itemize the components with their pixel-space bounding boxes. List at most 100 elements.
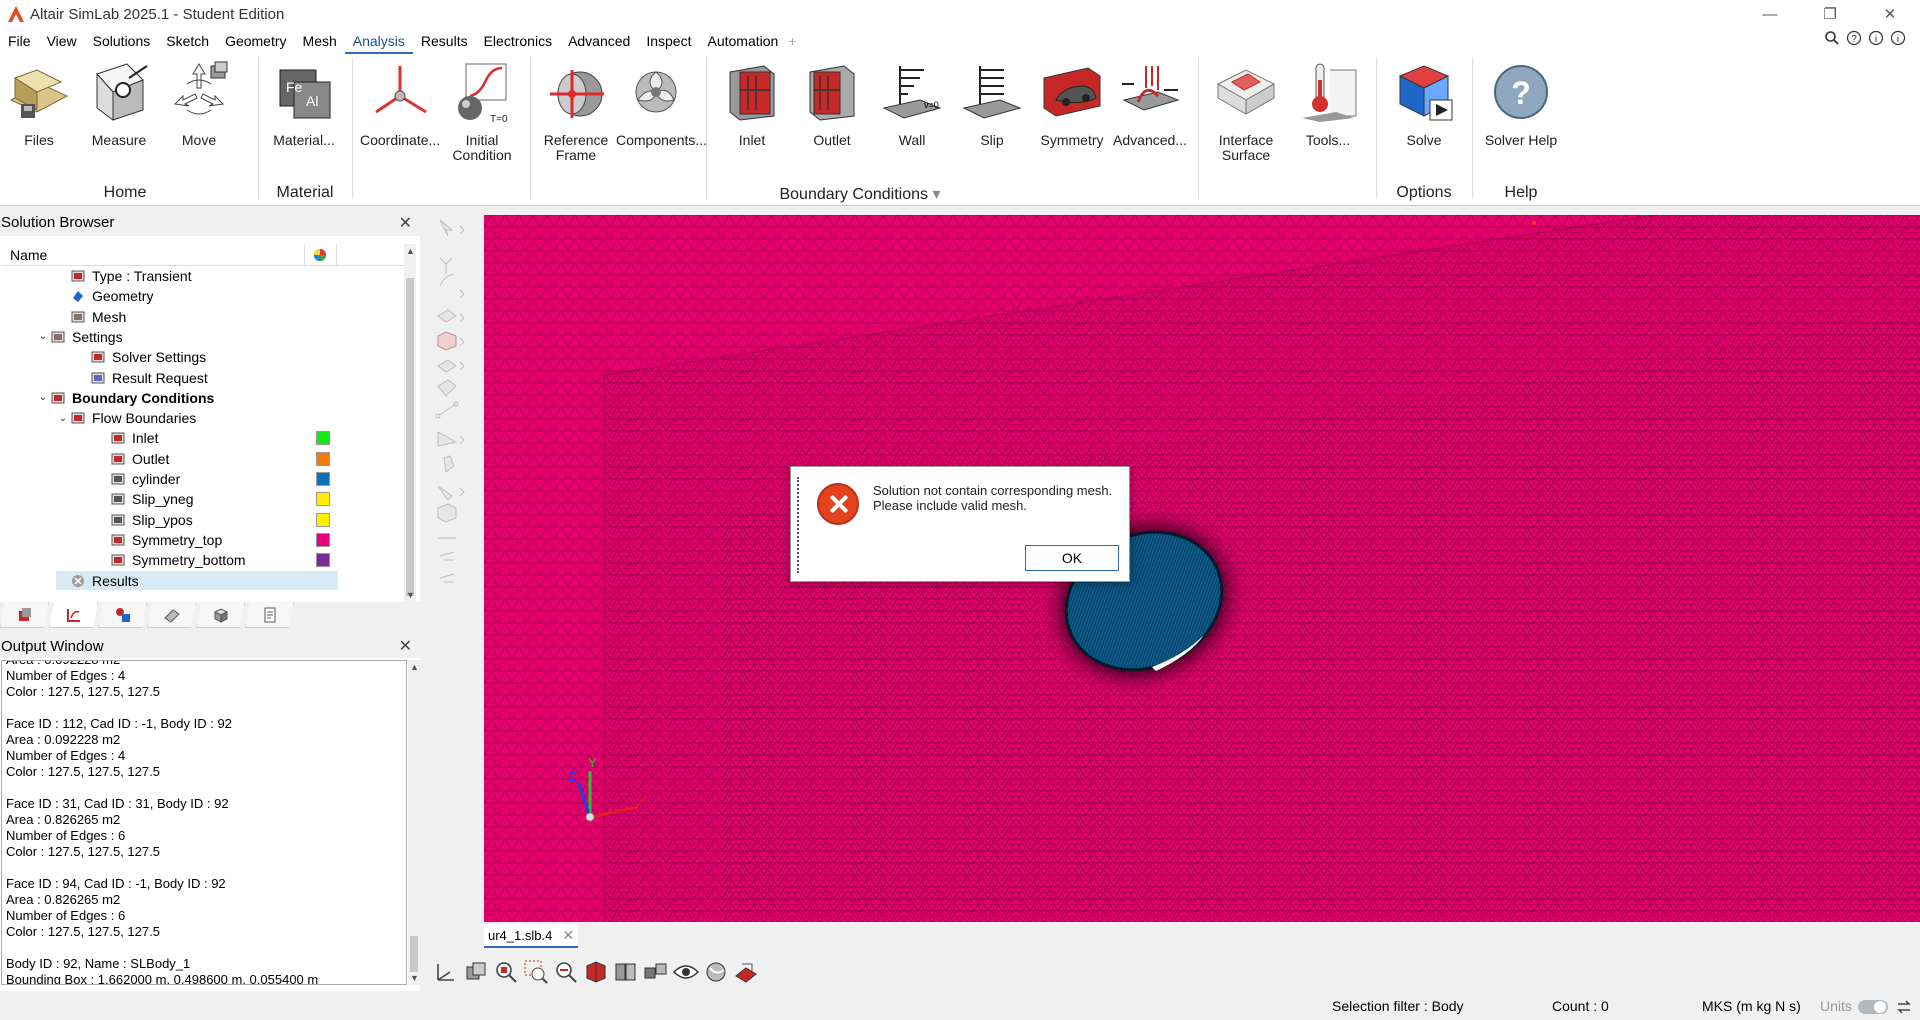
eye-icon[interactable]	[672, 958, 700, 986]
color-swatch[interactable]	[316, 532, 330, 547]
components-button[interactable]: Components...	[616, 60, 707, 148]
tree-item-mesh[interactable]: Mesh	[56, 307, 126, 327]
help-icon[interactable]: ?	[1846, 30, 1862, 46]
tree-scrollbar[interactable]: ▲ ▼	[404, 244, 416, 602]
close-window-button[interactable]: ✕	[1860, 0, 1920, 28]
tab-report[interactable]	[245, 602, 294, 628]
measure-button[interactable]: Measure	[84, 60, 154, 148]
tree-item-inlet[interactable]: Inlet	[96, 428, 158, 448]
visibility-toggle-icon[interactable]	[642, 958, 670, 986]
menu-view[interactable]: View	[39, 28, 85, 54]
menu-geometry[interactable]: Geometry	[217, 28, 294, 54]
graphics-viewport[interactable]: X Y Z	[484, 215, 1920, 922]
symmetry-button[interactable]: Symmetry	[1034, 60, 1110, 148]
menu-automation[interactable]: Automation	[699, 28, 786, 54]
solution-browser-close-button[interactable]: ✕	[399, 213, 412, 233]
axis-view-icon[interactable]	[432, 958, 460, 986]
tree-item-flow-boundaries[interactable]: ⌄ Flow Boundaries	[56, 408, 196, 428]
tree-item-cylinder[interactable]: cylinder	[96, 469, 180, 489]
zoom-fit-icon[interactable]	[492, 958, 520, 986]
menu-inspect[interactable]: Inspect	[638, 28, 699, 54]
show-selected-icon[interactable]	[582, 958, 610, 986]
advanced-button[interactable]: Advanced...	[1110, 60, 1190, 148]
solve-button[interactable]: Solve	[1386, 60, 1462, 148]
selection-toolbar-icons[interactable]	[434, 216, 474, 596]
scroll-down-icon[interactable]: ▼	[410, 973, 419, 983]
model-file-tab[interactable]: ur4_1.slb.4 ✕	[484, 924, 579, 948]
files-button[interactable]: Files	[4, 60, 74, 148]
solver-help-button[interactable]: ? Solver Help	[1476, 60, 1566, 148]
menu-file[interactable]: File	[0, 28, 39, 54]
menu-advanced[interactable]: Advanced	[560, 28, 638, 54]
material-button[interactable]: Fe Al Material...	[266, 60, 342, 148]
tree-item-results[interactable]: Results	[56, 570, 338, 590]
show-all-icon[interactable]	[612, 958, 640, 986]
wall-button[interactable]: v=0 Wall	[874, 60, 950, 148]
output-log[interactable]: Area : 0.092228 m2Number of Edges : 4Col…	[1, 660, 407, 985]
tools-button[interactable]: Tools...	[1290, 60, 1366, 148]
zoom-area-icon[interactable]	[522, 958, 550, 986]
tree-item-result-request[interactable]: Result Request	[76, 368, 208, 388]
output-window-close-button[interactable]: ✕	[399, 636, 412, 656]
tree-item-outlet[interactable]: Outlet	[96, 449, 169, 469]
view-cube-icon[interactable]	[462, 958, 490, 986]
menu-mesh[interactable]: Mesh	[295, 28, 345, 54]
tab-properties[interactable]	[147, 602, 196, 628]
color-column-icon[interactable]	[312, 247, 328, 263]
slip-button[interactable]: Slip	[954, 60, 1030, 148]
units-system-status[interactable]: MKS (m kg N s)	[1702, 998, 1801, 1014]
output-scrollbar[interactable]: ▲ ▼	[408, 660, 420, 985]
group-label-boundary-conditions[interactable]: Boundary Conditions ▾	[770, 184, 950, 204]
mesh-view[interactable]: X Y Z	[484, 215, 1920, 922]
coordinate-button[interactable]: Coordinate...	[360, 60, 440, 148]
file-tab-close-button[interactable]: ✕	[562, 927, 574, 944]
transfer-icon[interactable]	[1896, 1000, 1912, 1014]
color-swatch[interactable]	[316, 553, 330, 568]
inlet-button[interactable]: Inlet	[714, 60, 790, 148]
move-button[interactable]: Move	[164, 60, 234, 148]
units-toggle[interactable]	[1858, 1000, 1888, 1014]
tree-item-settings[interactable]: ⌄ Settings	[36, 327, 123, 347]
collapse-arrow-icon[interactable]: ⌄	[56, 413, 70, 424]
scroll-up-icon[interactable]: ▲	[406, 246, 415, 256]
ok-button[interactable]: OK	[1025, 545, 1119, 571]
minimize-button[interactable]: —	[1740, 0, 1800, 28]
tree-item-slip-yneg[interactable]: Slip_yneg	[96, 489, 194, 509]
tab-assembly[interactable]	[196, 602, 245, 628]
color-swatch[interactable]	[316, 451, 330, 466]
tree-item-type-transient[interactable]: Type : Transient	[56, 266, 192, 286]
color-swatch[interactable]	[316, 431, 330, 446]
tree-item-symmetry-bottom[interactable]: Symmetry_bottom	[96, 550, 246, 570]
add-menu-icon[interactable]: +	[788, 33, 796, 49]
color-swatch[interactable]	[316, 492, 330, 507]
color-swatch[interactable]	[316, 472, 330, 486]
tab-model[interactable]	[0, 602, 49, 628]
menu-electronics[interactable]: Electronics	[476, 28, 560, 54]
column-name-header[interactable]: Name	[10, 247, 47, 263]
menu-results[interactable]: Results	[413, 28, 476, 54]
render-mode-icon[interactable]	[702, 958, 730, 986]
reference-frame-button[interactable]: Reference Frame	[536, 60, 616, 163]
tree-item-symmetry-top[interactable]: Symmetry_top	[96, 530, 222, 550]
tab-material[interactable]	[98, 602, 147, 628]
section-view-icon[interactable]	[732, 958, 760, 986]
about-icon[interactable]: i	[1890, 30, 1906, 46]
tree-item-solver-settings[interactable]: Solver Settings	[76, 347, 206, 367]
interface-surface-button[interactable]: Interface Surface	[1206, 60, 1286, 163]
tree-item-geometry[interactable]: Geometry	[56, 286, 153, 306]
outlet-button[interactable]: Outlet	[794, 60, 870, 148]
collapse-arrow-icon[interactable]: ⌄	[36, 392, 50, 403]
tree-item-boundary-conditions[interactable]: ⌄ Boundary Conditions	[36, 388, 215, 408]
scroll-down-icon[interactable]: ▼	[406, 590, 415, 600]
initial-condition-button[interactable]: T=0 Initial Condition	[446, 60, 518, 163]
menu-sketch[interactable]: Sketch	[158, 28, 217, 54]
output-scroll-thumb[interactable]	[410, 936, 418, 972]
scroll-up-icon[interactable]: ▲	[410, 662, 419, 672]
tab-solution[interactable]	[49, 602, 98, 628]
collapse-arrow-icon[interactable]: ⌄	[36, 331, 50, 342]
selection-filter-status[interactable]: Selection filter : Body	[1332, 998, 1464, 1014]
bc-dropdown-icon[interactable]: ▾	[932, 186, 940, 203]
menu-analysis[interactable]: Analysis	[344, 28, 413, 54]
zoom-icon[interactable]	[552, 958, 580, 986]
color-swatch[interactable]	[316, 512, 330, 527]
